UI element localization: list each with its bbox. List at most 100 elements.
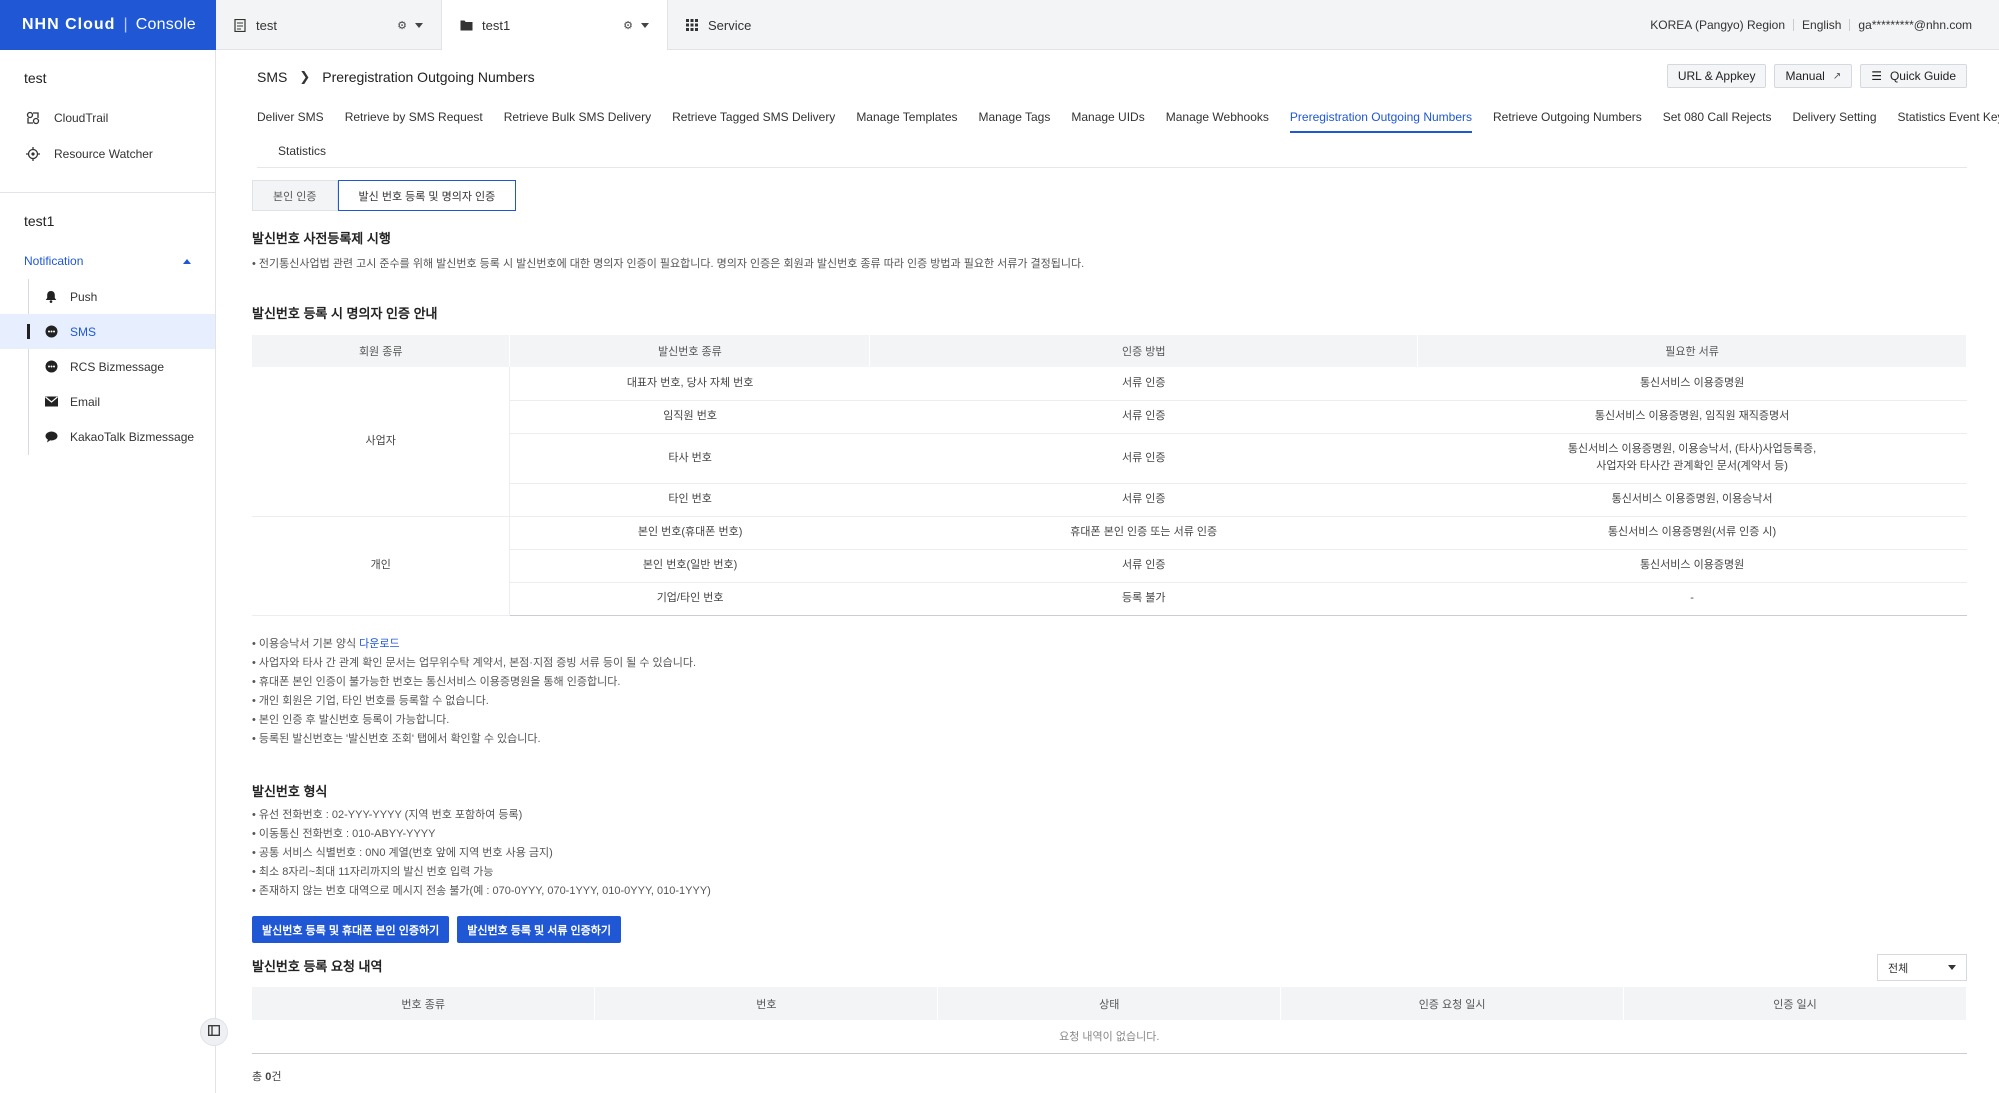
column-header: 번호: [594, 987, 939, 1020]
download-link[interactable]: 다운로드: [359, 638, 399, 650]
preregistration-note: • 전기통신사업법 관련 고시 준수를 위해 발신번호 등록 시 발신번호에 대…: [252, 258, 1085, 270]
language-selector[interactable]: English: [1793, 19, 1849, 31]
header-buttons: URL & Appkey Manual ↗ ☰ Quick Guide: [1666, 64, 1967, 88]
tab-manage-webhooks[interactable]: Manage Webhooks: [1166, 100, 1269, 134]
tab-retrieve-outgoing-numbers[interactable]: Retrieve Outgoing Numbers: [1493, 100, 1642, 134]
section-title-request-history: 발신번호 등록 요청 내역: [252, 959, 383, 974]
column-header: 발신번호 종류: [509, 335, 871, 367]
cloudtrail-icon: [26, 111, 40, 125]
tab-label: Service: [708, 17, 752, 33]
member-type-cell: 사업자: [252, 367, 511, 517]
tab-manage-templates[interactable]: Manage Templates: [856, 100, 957, 134]
table-cell: 기업/타인 번호: [509, 582, 870, 616]
empty-message: 요청 내역이 없습니다.: [252, 1020, 1967, 1054]
table-row: 사업자 대표자 번호, 당사 자체 번호 서류 인증 통신서비스 이용증명원: [252, 367, 1967, 517]
button-label: Quick Guide: [1889, 69, 1956, 83]
user-account[interactable]: ga*********@nhn.com: [1849, 19, 1980, 31]
sidebar-item-sms[interactable]: SMS: [0, 314, 215, 349]
rcs-icon: [44, 360, 58, 373]
sidebar-project-test1[interactable]: test1: [0, 193, 215, 243]
total-suffix: 건: [271, 1071, 282, 1083]
tab-deliver-sms[interactable]: Deliver SMS: [257, 100, 324, 134]
tab-service[interactable]: Service: [668, 0, 769, 50]
sidebar-item-label: Email: [70, 394, 101, 409]
tab-retrieve-by-sms-request[interactable]: Retrieve by SMS Request: [345, 100, 483, 134]
quick-guide-button[interactable]: ☰ Quick Guide: [1860, 64, 1967, 88]
request-history-table: 번호 종류 번호 상태 인증 요청 일시 인증 일시 요청 내역이 없습니다.: [252, 987, 1967, 1054]
breadcrumb: SMS ❯ Preregistration Outgoing Numbers: [257, 69, 535, 85]
sidebar-project-test[interactable]: test: [0, 50, 215, 100]
sidebar-item-rcs-bizmessage[interactable]: RCS Bizmessage: [0, 349, 215, 384]
table-cell: 본인 번호(휴대폰 번호): [509, 516, 870, 550]
external-link-icon: ↗: [1832, 70, 1842, 82]
breadcrumb-service[interactable]: SMS: [257, 69, 287, 85]
table-header-row: 번호 종류 번호 상태 인증 요청 일시 인증 일시: [252, 987, 1967, 1020]
tab-label: test: [256, 17, 277, 33]
tab-preregistration-outgoing-numbers[interactable]: Preregistration Outgoing Numbers: [1289, 100, 1473, 134]
sidebar-item-cloudtrail[interactable]: CloudTrail: [0, 100, 215, 136]
top-bar: NHN Cloud | Console test ⚙ test1 ⚙ Servi…: [0, 0, 1999, 50]
tab-delivery-setting[interactable]: Delivery Setting: [1792, 100, 1876, 134]
list-item: 최소 8자리~최대 11자리까지의 발신 번호 입력 가능: [252, 863, 711, 882]
column-header: 필요한 서류: [1417, 335, 1967, 367]
chevron-down-icon: [1948, 965, 1956, 970]
url-appkey-button[interactable]: URL & Appkey: [1666, 64, 1767, 88]
sidebar-item-label: SMS: [70, 324, 97, 339]
tab-manage-tags[interactable]: Manage Tags: [979, 100, 1051, 134]
tab-project-test1[interactable]: test1 ⚙: [442, 0, 668, 50]
sidebar-item-email[interactable]: Email: [0, 384, 215, 419]
subtab-number-registration[interactable]: 발신 번호 등록 및 명의자 인증: [337, 180, 517, 211]
tab-statistics[interactable]: Statistics: [278, 144, 326, 158]
column-header: 회원 종류: [252, 335, 511, 367]
tab-project-test[interactable]: test ⚙: [216, 0, 442, 50]
list-item: 공통 서비스 식별번호 : 0N0 계열(번호 앞에 지역 번호 사용 금지): [252, 844, 711, 863]
table-cell: 본인 번호(일반 번호): [509, 549, 870, 583]
table-row: 요청 내역이 없습니다.: [252, 1020, 1967, 1054]
sidebar-item-push[interactable]: Push: [0, 279, 215, 314]
table-cell: 등록 불가: [869, 582, 1418, 616]
manual-button[interactable]: Manual ↗: [1774, 64, 1853, 88]
brand-logo[interactable]: NHN Cloud | Console: [0, 0, 216, 50]
chat-bubble-icon: [44, 431, 58, 443]
sidebar-item-resource-watcher[interactable]: Resource Watcher: [0, 136, 215, 172]
column-header: 번호 종류: [252, 987, 596, 1020]
sidebar: test CloudTrail Resource Watcher test1 N…: [0, 50, 216, 1093]
status-filter-select[interactable]: 전체: [1877, 954, 1967, 981]
list-item: 개인 회원은 기업, 타인 번호를 등록할 수 없습니다.: [252, 692, 696, 711]
sidebar-item-kakaotalk-bizmessage[interactable]: KakaoTalk Bizmessage: [0, 419, 215, 454]
chevron-down-icon[interactable]: [415, 22, 423, 28]
section-title-preregistration: 발신번호 사전등록제 시행: [252, 231, 391, 246]
table-row: 타인 번호 서류 인증 통신서비스 이용증명원, 이용승낙서: [252, 483, 1967, 517]
list-item: 이용승낙서 기본 양식 다운로드: [252, 635, 696, 654]
sidebar-collapse-button[interactable]: [200, 1018, 228, 1046]
registration-buttons: 발신번호 등록 및 휴대폰 본인 인증하기 발신번호 등록 및 서류 인증하기: [252, 916, 621, 943]
column-header: 인증 일시: [1623, 987, 1967, 1020]
tab-statistics-event-key[interactable]: Statistics Event Key: [1898, 100, 1999, 134]
table-cell: 통신서비스 이용증명원: [1417, 367, 1967, 401]
gear-icon[interactable]: ⚙: [623, 19, 633, 32]
cell-line: 통신서비스 이용증명원, 이용승낙서, (타사)사업등록증,: [1567, 443, 1817, 455]
list-item: 등록된 발신번호는 '발신번호 조회' 탭에서 확인할 수 있습니다.: [252, 730, 696, 749]
list-icon: ☰: [1871, 69, 1882, 83]
table-header-row: 회원 종류 발신번호 종류 인증 방법 필요한 서류: [252, 335, 1967, 367]
register-mobile-auth-button[interactable]: 발신번호 등록 및 휴대폰 본인 인증하기: [252, 916, 450, 943]
table-row: 타사 번호 서류 인증 통신서비스 이용증명원, 이용승낙서, (타사)사업등록…: [252, 433, 1967, 484]
tab-retrieve-tagged-sms-delivery[interactable]: Retrieve Tagged SMS Delivery: [672, 100, 835, 134]
tab-set-080-call-rejects[interactable]: Set 080 Call Rejects: [1663, 100, 1772, 134]
region-selector[interactable]: KOREA (Pangyo) Region: [1642, 19, 1793, 31]
list-item: 이동통신 전화번호 : 010-ABYY-YYYY: [252, 825, 711, 844]
chevron-down-icon[interactable]: [641, 22, 649, 28]
subtab-identity-verification[interactable]: 본인 인증: [252, 180, 338, 211]
sidebar-item-label: CloudTrail: [54, 111, 109, 125]
list-item: 사업자와 타사 간 관계 확인 문서는 업무위수탁 계약서, 본점·지점 증빙 …: [252, 654, 696, 673]
grid-icon: [686, 18, 698, 32]
total-prefix: 총: [252, 1071, 266, 1083]
total-count: 총 0건: [252, 1068, 281, 1084]
gear-icon[interactable]: ⚙: [397, 19, 407, 32]
tab-manage-uids[interactable]: Manage UIDs: [1071, 100, 1144, 134]
list-item: 본인 인증 후 발신번호 등록이 가능합니다.: [252, 711, 696, 730]
sidebar-group-notification[interactable]: Notification: [0, 243, 215, 279]
table-cell: 휴대폰 본인 인증 또는 서류 인증: [869, 516, 1418, 550]
register-document-auth-button[interactable]: 발신번호 등록 및 서류 인증하기: [457, 916, 621, 943]
tab-retrieve-bulk-sms-delivery[interactable]: Retrieve Bulk SMS Delivery: [504, 100, 651, 134]
